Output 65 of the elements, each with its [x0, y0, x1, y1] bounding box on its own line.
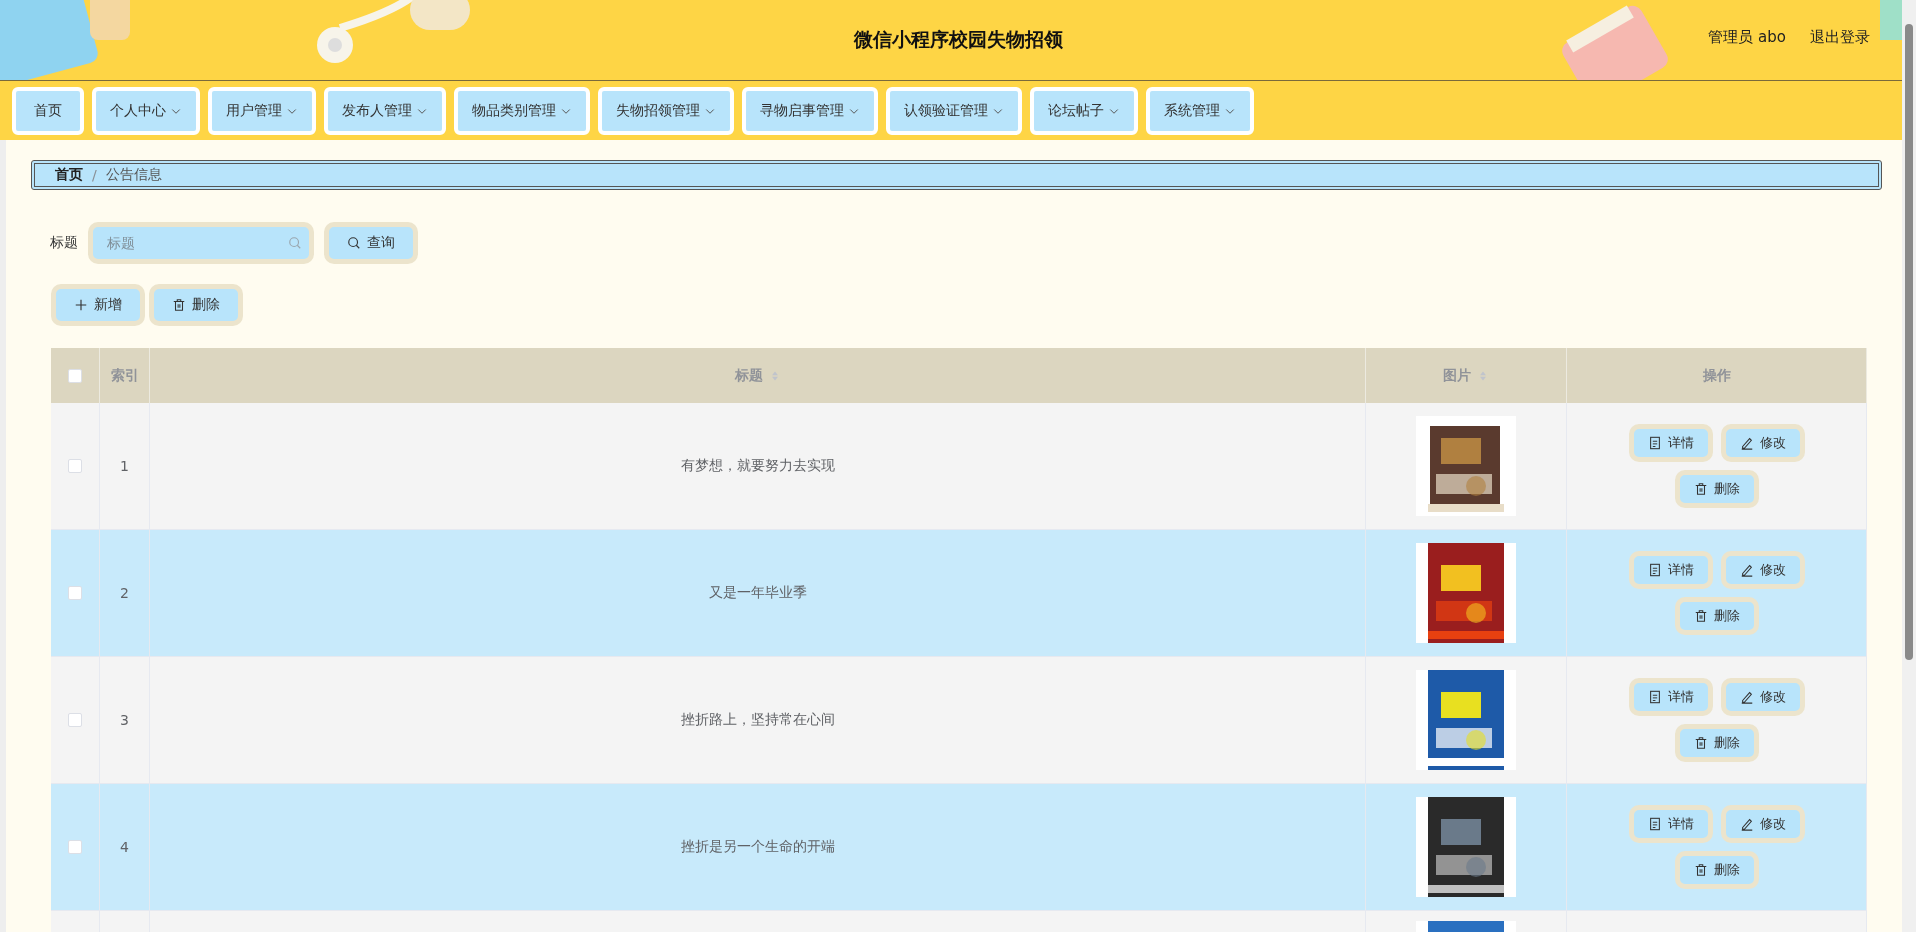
select-all-checkbox[interactable]	[68, 368, 82, 383]
search-button[interactable]: 查询	[324, 222, 418, 264]
nav-menu-item[interactable]: 论坛帖子	[1030, 87, 1138, 135]
nav-menu-item[interactable]: 物品类别管理	[454, 87, 590, 135]
row-title: 挫折路上，坚持常在心间	[680, 711, 835, 729]
nav-menu-item[interactable]: 首页	[12, 87, 84, 135]
detail-button[interactable]: 详情	[1628, 551, 1713, 589]
edit-button[interactable]: 修改	[1720, 805, 1805, 843]
row-index: 3	[120, 712, 129, 728]
detail-button[interactable]: 详情	[1628, 805, 1713, 843]
trash-icon	[1693, 609, 1708, 623]
edit-button[interactable]: 修改	[1720, 678, 1805, 716]
plus-icon	[74, 298, 88, 312]
row-index: 1	[120, 458, 129, 474]
search-icon	[288, 236, 302, 250]
logout-link[interactable]: 退出登录	[1810, 28, 1870, 47]
nav-menu-item[interactable]: 用户管理	[208, 87, 316, 135]
row-index: 4	[120, 839, 129, 855]
breadcrumb-link[interactable]: 公告信息	[105, 166, 162, 184]
search-icon	[347, 236, 361, 250]
field-label: 标题	[50, 234, 78, 252]
column-header: 操作	[1702, 366, 1731, 385]
pencil-icon	[1739, 436, 1754, 450]
document-icon	[1647, 436, 1662, 450]
trash-icon	[172, 298, 186, 312]
delete-button[interactable]: 删除	[1674, 724, 1759, 762]
nav-menu-item[interactable]: 发布人管理	[324, 87, 446, 135]
row-checkbox[interactable]	[68, 459, 82, 473]
delete-button[interactable]: 删除	[149, 284, 243, 326]
app-title: 微信小程序校园失物招领	[853, 27, 1063, 52]
nav-menu-item[interactable]: 认领验证管理	[886, 87, 1022, 135]
trash-icon	[1693, 863, 1708, 877]
document-icon	[1647, 817, 1662, 831]
trash-icon	[1693, 482, 1708, 496]
row-title: 又是一年毕业季	[708, 584, 807, 602]
row-index: 2	[120, 585, 129, 601]
add-button[interactable]: 新增	[51, 284, 145, 326]
nav-menu-item[interactable]: 寻物启事管理	[742, 87, 878, 135]
trash-icon	[1693, 736, 1708, 750]
row-checkbox[interactable]	[68, 840, 82, 854]
edit-button[interactable]: 修改	[1720, 551, 1805, 589]
nav-menu-item[interactable]: 系统管理	[1146, 87, 1254, 135]
row-checkbox[interactable]	[68, 713, 82, 727]
detail-button[interactable]: 详情	[1628, 678, 1713, 716]
pencil-icon	[1739, 563, 1754, 577]
delete-button[interactable]: 删除	[1674, 851, 1759, 889]
row-title: 挫折是另一个生命的开端	[680, 838, 835, 856]
search-field[interactable]: 标题	[88, 222, 314, 264]
row-checkbox[interactable]	[68, 586, 82, 600]
delete-button[interactable]: 删除	[1674, 597, 1759, 635]
column-header: 索引	[110, 366, 139, 385]
admin-username: 管理员 abo	[1708, 28, 1786, 47]
document-icon	[1647, 563, 1662, 577]
document-icon	[1647, 690, 1662, 704]
detail-button[interactable]: 详情	[1628, 424, 1713, 462]
delete-button[interactable]: 删除	[1674, 470, 1759, 508]
scrollbar[interactable]	[1902, 0, 1916, 932]
pencil-icon	[1739, 817, 1754, 831]
nav-menu-item[interactable]: 失物招领管理	[598, 87, 734, 135]
nav-menu-item[interactable]: 个人中心	[92, 87, 200, 135]
edit-button[interactable]: 修改	[1720, 424, 1805, 462]
row-title: 有梦想，就要努力去实现	[680, 457, 835, 475]
breadcrumb-separator: /	[92, 167, 97, 183]
breadcrumb-link[interactable]: 首页	[55, 166, 83, 184]
pencil-icon	[1739, 690, 1754, 704]
